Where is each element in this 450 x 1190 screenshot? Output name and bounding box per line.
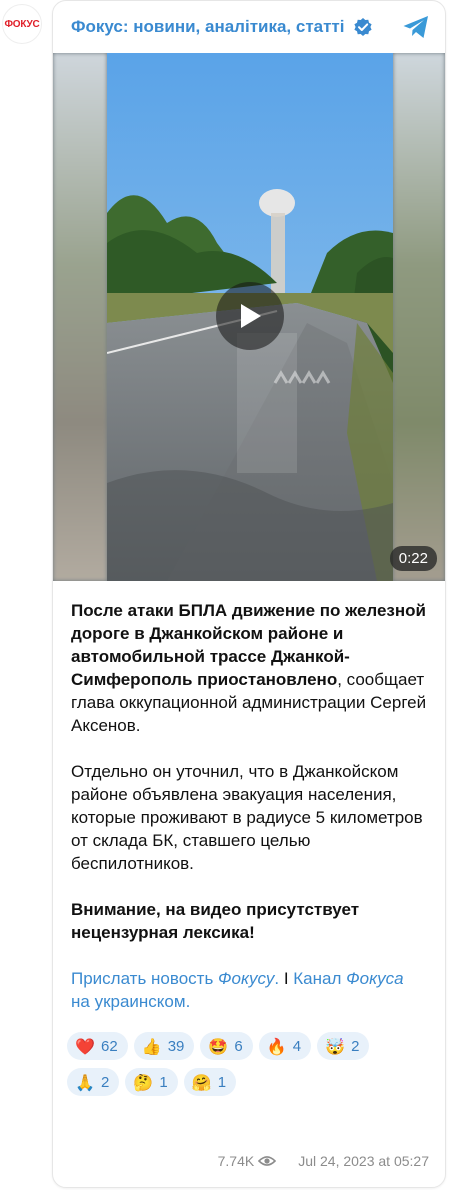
send-news-link-italic: Фокусу xyxy=(218,969,275,988)
links-line: Прислать новость Фокусу. I Канал Фокуса … xyxy=(71,967,427,1013)
eye-icon xyxy=(258,1155,277,1167)
reaction-count: 62 xyxy=(101,1037,118,1055)
reaction-star-struck[interactable]: 🤩 6 xyxy=(200,1032,253,1060)
reaction-count: 6 xyxy=(234,1037,243,1055)
hugging-face-icon: 🤗 xyxy=(191,1072,212,1092)
paragraph-2: Отдельно он уточнил, что в Джанкойском р… xyxy=(71,762,423,873)
play-icon xyxy=(241,304,261,328)
ukrainian-channel-link-italic: Фокуса xyxy=(346,969,404,988)
exploding-head-icon: 🤯 xyxy=(325,1036,346,1056)
reactions-bar: ❤️ 62 👍 39 🤩 6 🔥 4 🤯 2 🙏 2 🤔 1 🤗 1 xyxy=(53,1032,383,1104)
channel-title[interactable]: Фокус: новини, аналітика, статті xyxy=(71,17,345,37)
avatar-logo-text: ФОКУС xyxy=(4,18,40,30)
links-separator: I xyxy=(279,969,294,988)
post-text: После атаки БПЛА движение по железной до… xyxy=(53,581,445,1013)
video-duration: 0:22 xyxy=(389,546,437,571)
verified-badge-icon xyxy=(353,17,373,37)
reaction-count: 1 xyxy=(217,1073,227,1091)
reaction-thumbs-up[interactable]: 👍 39 xyxy=(133,1032,195,1060)
video-blur-left xyxy=(53,53,107,581)
warning-text: Внимание, на видео присутствует нецензур… xyxy=(71,900,360,942)
video-blur-right xyxy=(393,53,445,581)
folded-hands-icon: 🙏 xyxy=(75,1072,95,1092)
send-news-link[interactable]: Прислать новость Фокусу. xyxy=(71,969,279,988)
telegram-icon[interactable] xyxy=(401,12,431,42)
send-news-link-text: Прислать новость xyxy=(71,969,219,988)
post-meta: 7.74K Jul 24, 2023 at 05:27 xyxy=(218,1153,429,1169)
fire-icon: 🔥 xyxy=(266,1036,287,1056)
reaction-fire[interactable]: 🔥 4 xyxy=(258,1032,312,1060)
post-card: Фокус: новини, аналітика, статті 0:22 По… xyxy=(52,0,446,1188)
thumbs-up-icon: 👍 xyxy=(141,1036,162,1056)
thinking-face-icon: 🤔 xyxy=(133,1072,154,1092)
star-struck-icon: 🤩 xyxy=(208,1036,229,1056)
reaction-folded-hands[interactable]: 🙏 2 xyxy=(67,1068,120,1096)
play-button[interactable] xyxy=(216,282,284,350)
ukrainian-channel-link-end: на украинском. xyxy=(71,992,191,1011)
paragraph-1: После атаки БПЛА движение по железной до… xyxy=(71,599,427,737)
ukrainian-channel-link-text: Канал xyxy=(293,969,347,988)
reaction-count: 39 xyxy=(167,1037,185,1055)
reaction-count: 1 xyxy=(159,1073,168,1091)
reaction-heart[interactable]: ❤️ 62 xyxy=(67,1032,128,1060)
video-player[interactable]: 0:22 xyxy=(53,53,445,581)
reaction-thinking-face[interactable]: 🤔 1 xyxy=(125,1068,178,1096)
paragraph-3: Внимание, на видео присутствует нецензур… xyxy=(71,898,427,944)
reaction-exploding-head[interactable]: 🤯 2 xyxy=(317,1032,370,1060)
post-header: Фокус: новини, аналітика, статті xyxy=(53,1,445,53)
reaction-count: 2 xyxy=(101,1073,110,1091)
heart-icon: ❤️ xyxy=(75,1036,95,1056)
reaction-count: 4 xyxy=(292,1037,302,1055)
view-count: 7.74K xyxy=(217,1153,255,1169)
channel-avatar[interactable]: ФОКУС xyxy=(2,4,42,44)
reaction-hugging-face[interactable]: 🤗 1 xyxy=(183,1068,237,1096)
post-date: Jul 24, 2023 at 05:27 xyxy=(298,1153,429,1169)
reaction-count: 2 xyxy=(351,1037,360,1055)
